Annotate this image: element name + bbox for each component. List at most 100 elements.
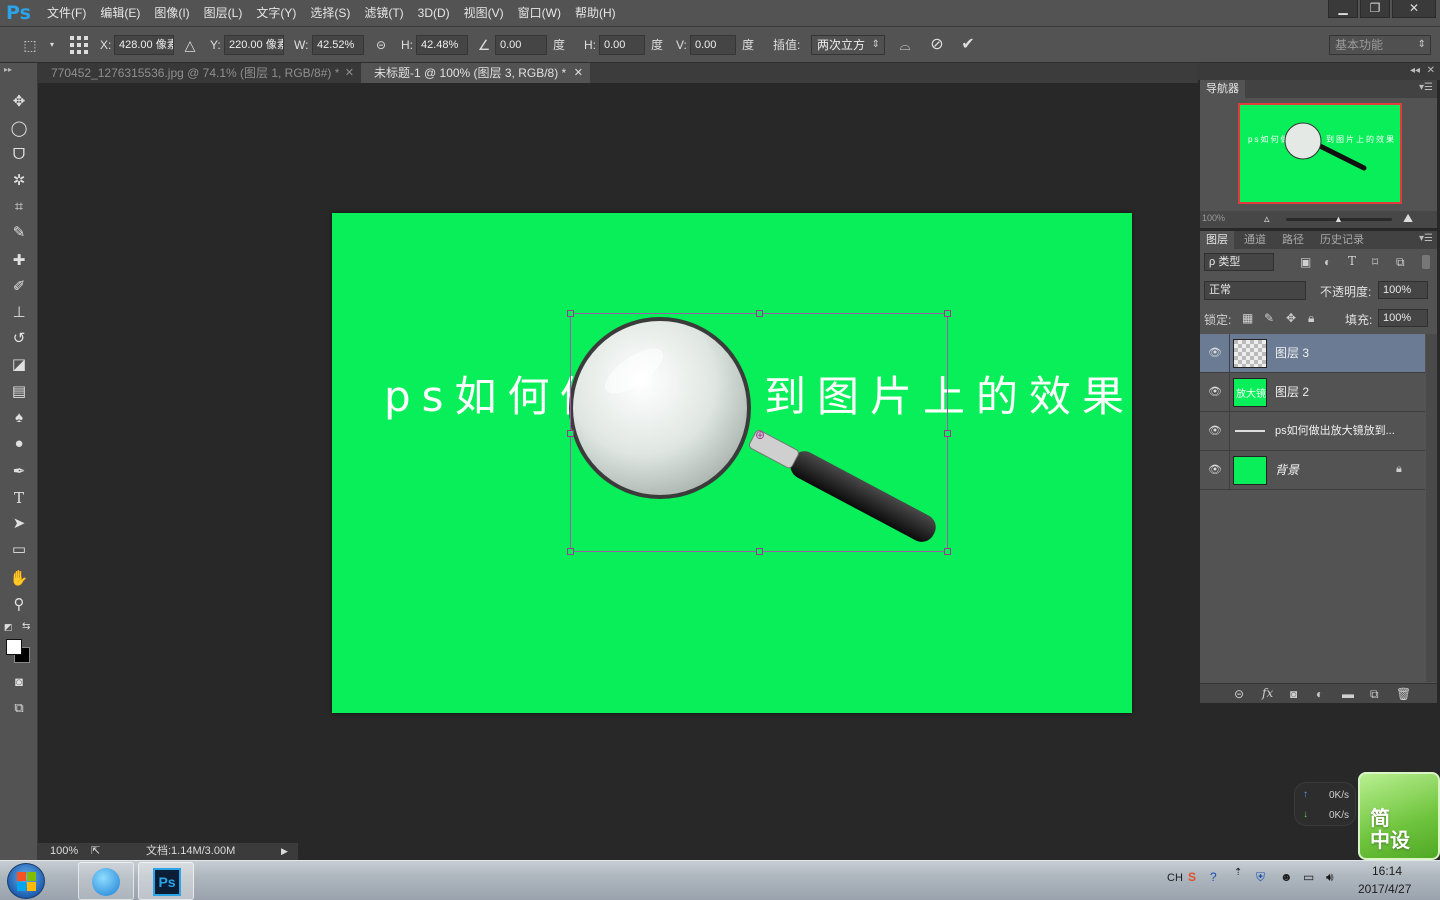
- tab-layers[interactable]: 图层: [1200, 231, 1234, 249]
- brush-tool-icon[interactable]: ✐: [8, 276, 30, 298]
- x-field[interactable]: 428.00 像素: [114, 35, 174, 55]
- transform-handle-l[interactable]: [567, 430, 574, 437]
- filter-type-icon[interactable]: T: [1348, 254, 1356, 268]
- security-shield-icon[interactable]: ⛨: [1256, 870, 1265, 885]
- type-tool-icon[interactable]: T: [8, 487, 30, 509]
- navigator-thumbnail[interactable]: ps如何做出 到图片上的效果: [1238, 103, 1402, 204]
- workspace-select[interactable]: 基本功能: [1329, 35, 1431, 55]
- network-icon[interactable]: ▭: [1303, 870, 1314, 884]
- transform-handle-b[interactable]: [756, 548, 763, 555]
- zoom-in-icon[interactable]: ⛰: [1403, 211, 1413, 226]
- gradient-tool-icon[interactable]: ▤: [8, 381, 30, 403]
- shape-tool-icon[interactable]: ▭: [8, 539, 30, 561]
- lock-transparency-icon[interactable]: ▦: [1242, 311, 1253, 325]
- new-layer-icon[interactable]: ⧉: [1370, 687, 1379, 702]
- w-field[interactable]: 42.52%: [312, 35, 364, 55]
- pen-tool-icon[interactable]: ✒: [8, 461, 30, 483]
- menu-filter[interactable]: 滤镜(T): [357, 0, 410, 27]
- path-selection-tool-icon[interactable]: ➤: [8, 513, 30, 535]
- hand-tool-icon[interactable]: ✋: [8, 568, 30, 590]
- close-icon[interactable]: ✕: [1427, 65, 1435, 76]
- layer-row-3[interactable]: 👁︎ 图层 3: [1200, 334, 1425, 373]
- layer-row-background[interactable]: 👁︎ 背景 🔒︎: [1200, 451, 1425, 490]
- menu-edit[interactable]: 编辑(E): [93, 0, 147, 27]
- zoom-tool-icon[interactable]: ⚲: [8, 594, 30, 616]
- desktop-app-widget[interactable]: 简 中设: [1358, 772, 1440, 860]
- visibility-eye-icon[interactable]: 👁︎: [1208, 385, 1222, 399]
- magic-wand-tool-icon[interactable]: ✲: [8, 170, 30, 192]
- lock-position-icon[interactable]: ✥: [1286, 311, 1296, 325]
- menu-type[interactable]: 文字(Y): [249, 0, 303, 27]
- restore-button[interactable]: ❐: [1360, 0, 1390, 18]
- fx-icon[interactable]: fx: [1262, 686, 1273, 700]
- default-colors-icon[interactable]: ◩: [4, 622, 13, 633]
- crop-tool-icon[interactable]: ⌗: [8, 196, 30, 218]
- adjustment-layer-icon[interactable]: ◐: [1316, 687, 1323, 701]
- move-tool-icon[interactable]: ✥: [8, 91, 30, 113]
- filter-shape-icon[interactable]: ⌑: [1372, 255, 1378, 269]
- close-button[interactable]: ✕: [1392, 0, 1436, 18]
- menu-view[interactable]: 视图(V): [457, 0, 511, 27]
- warp-icon[interactable]: ⌓: [895, 35, 915, 55]
- network-speed-widget[interactable]: ↑ 0K/s ↓ 0K/s: [1294, 782, 1356, 826]
- document-canvas[interactable]: ps如何做出 到图片上的效果 ⊕: [332, 213, 1132, 713]
- zoom-level[interactable]: 100%: [50, 843, 78, 860]
- share-icon[interactable]: ⇱: [91, 843, 100, 860]
- add-mask-icon[interactable]: ◙: [1290, 687, 1297, 701]
- menu-help[interactable]: 帮助(H): [568, 0, 623, 27]
- free-transform-box[interactable]: ⊕: [567, 310, 951, 555]
- layer-filter-select[interactable]: ρ 类型: [1204, 253, 1274, 271]
- tab-document-1[interactable]: 770452_1276315536.jpg @ 74.1% (图层 1, RGB…: [38, 63, 361, 83]
- menu-window[interactable]: 窗口(W): [511, 0, 568, 27]
- collapse-panels-icon[interactable]: ◂◂: [1410, 65, 1420, 76]
- interpolation-select[interactable]: 两次立方: [811, 35, 885, 55]
- fill-field[interactable]: 100%: [1378, 309, 1428, 327]
- menu-layer[interactable]: 图层(L): [197, 0, 250, 27]
- status-menu-arrow-icon[interactable]: ▶: [281, 843, 288, 860]
- visibility-eye-icon[interactable]: 👁︎: [1208, 424, 1222, 438]
- history-brush-tool-icon[interactable]: ↺: [8, 328, 30, 350]
- dodge-tool-icon[interactable]: ●: [8, 433, 30, 455]
- layer-row-2[interactable]: 👁︎ 放大镜 图层 2: [1200, 373, 1425, 412]
- foreground-color-swatch[interactable]: [6, 639, 22, 655]
- tab-history[interactable]: 历史记录: [1314, 231, 1370, 249]
- transform-handle-tr[interactable]: [944, 310, 951, 317]
- transform-handle-bl[interactable]: [567, 548, 574, 555]
- tab-navigator[interactable]: 导航器: [1200, 80, 1245, 98]
- visibility-eye-icon[interactable]: 👁︎: [1208, 346, 1222, 360]
- navigator-zoom-value[interactable]: 100%: [1202, 213, 1225, 223]
- transform-handle-r[interactable]: [944, 430, 951, 437]
- clock-date[interactable]: 2017/4/27: [1358, 882, 1411, 896]
- filter-image-icon[interactable]: ▣: [1300, 255, 1311, 269]
- clock-time[interactable]: 16:14: [1372, 864, 1402, 878]
- opacity-field[interactable]: 100%: [1378, 281, 1428, 299]
- panel-menu-icon[interactable]: ▾☰: [1419, 82, 1433, 93]
- menu-3d[interactable]: 3D(D): [411, 0, 457, 27]
- language-indicator[interactable]: CH: [1167, 872, 1183, 884]
- reference-point-icon[interactable]: [70, 36, 88, 54]
- minimize-button[interactable]: ▁: [1328, 0, 1358, 18]
- menu-image[interactable]: 图像(I): [147, 0, 196, 27]
- volume-icon[interactable]: 🔊︎: [1326, 870, 1334, 885]
- panel-menu-icon[interactable]: ▾☰: [1419, 233, 1433, 244]
- tab-document-2[interactable]: 未标题-1 @ 100% (图层 3, RGB/8) * ✕: [361, 63, 590, 83]
- collapse-icon[interactable]: ▸▸: [4, 65, 12, 74]
- lock-pixels-icon[interactable]: ✎: [1264, 311, 1274, 325]
- vskew-field[interactable]: 0.00: [690, 35, 736, 55]
- help-icon[interactable]: ?: [1210, 870, 1217, 884]
- layer-row-text[interactable]: 👁︎ ps如何做出放大镜放到...: [1200, 412, 1425, 451]
- tab-paths[interactable]: 路径: [1276, 231, 1310, 249]
- tray-expand-icon[interactable]: ⇡: [1234, 867, 1242, 878]
- eyedropper-tool-icon[interactable]: ✎: [8, 222, 30, 244]
- lasso-tool-icon[interactable]: ᗜ: [8, 144, 30, 166]
- move-tool-preset-icon[interactable]: ⬚: [20, 35, 40, 55]
- slider-thumb-icon[interactable]: ▲: [1334, 214, 1343, 224]
- start-button[interactable]: [7, 863, 45, 899]
- new-group-icon[interactable]: ▬: [1342, 687, 1354, 701]
- close-icon[interactable]: ✕: [574, 63, 583, 83]
- menu-select[interactable]: 选择(S): [303, 0, 357, 27]
- blur-tool-icon[interactable]: ♠: [8, 407, 30, 429]
- ime-icon[interactable]: S: [1188, 870, 1196, 884]
- filter-smart-object-icon[interactable]: ⧉: [1396, 255, 1405, 270]
- lock-all-icon[interactable]: 🔒︎: [1308, 311, 1314, 326]
